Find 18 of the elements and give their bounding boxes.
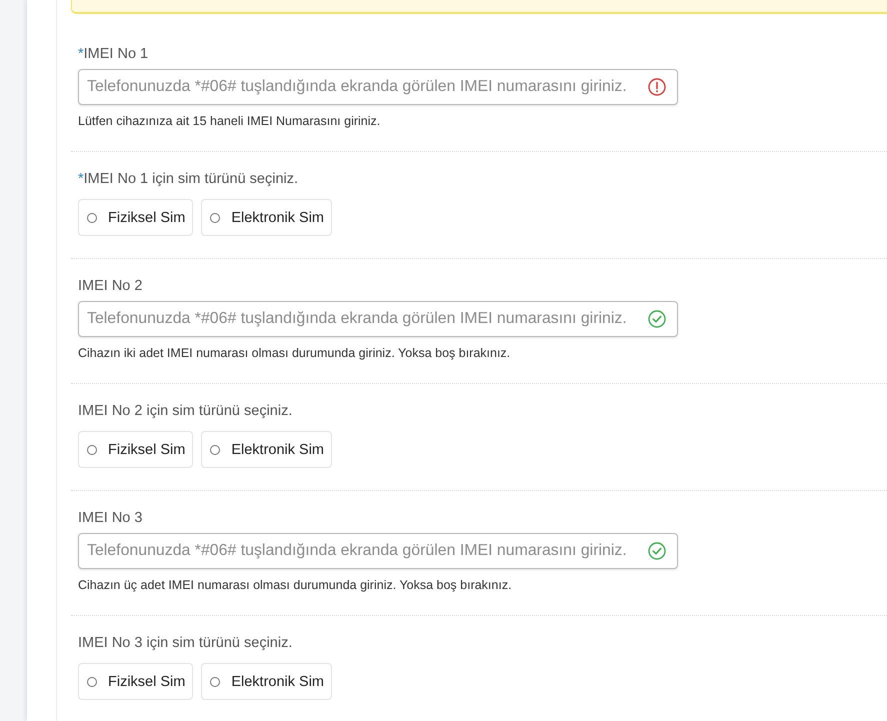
help-text: Cihazın üç adet IMEI numarası olması durumunda giriniz. Yoksa boş bırakınız. (78, 577, 513, 593)
imei-input[interactable]: Telefonunuzda *#06# tuşlandığında ekranda görülen IMEI numarasını giriniz. (78, 301, 678, 337)
help-text: Cihazın iki adet IMEI numarası olması durumunda giriniz. Yoksa boş bırakınız. (78, 345, 512, 361)
radio-option[interactable]: Elektronik Sim (201, 199, 332, 236)
field-label: IMEI No 3 için sim türünü seçiniz. (78, 634, 294, 653)
field-label: IMEI No 2 (78, 277, 144, 296)
imei-input[interactable]: Telefonunuzda *#06# tuşlandığında ekranda görülen IMEI numarasını giriniz. (78, 69, 678, 105)
help-text: Lütfen cihazınıza ait 15 haneli IMEI Numarasını giriniz. (78, 113, 382, 129)
radio-option[interactable]: Elektronik Sim (201, 431, 332, 468)
field-label: IMEI No 3 (78, 509, 144, 528)
field-label: IMEI No 2 için sim türünü seçiniz. (78, 402, 294, 421)
radio-option[interactable]: Fiziksel Sim (78, 663, 194, 700)
radio-option[interactable]: Elektronik Sim (201, 663, 332, 700)
radio-option[interactable]: Fiziksel Sim (78, 431, 194, 468)
field-label: *IMEI No 1 (78, 45, 150, 64)
imei-input[interactable]: Telefonunuzda *#06# tuşlandığında ekranda görülen IMEI numarasını giriniz. (78, 533, 678, 569)
radio-option[interactable]: Fiziksel Sim (78, 199, 194, 236)
field-label: *IMEI No 1 için sim türünü seçiniz. (78, 170, 300, 189)
